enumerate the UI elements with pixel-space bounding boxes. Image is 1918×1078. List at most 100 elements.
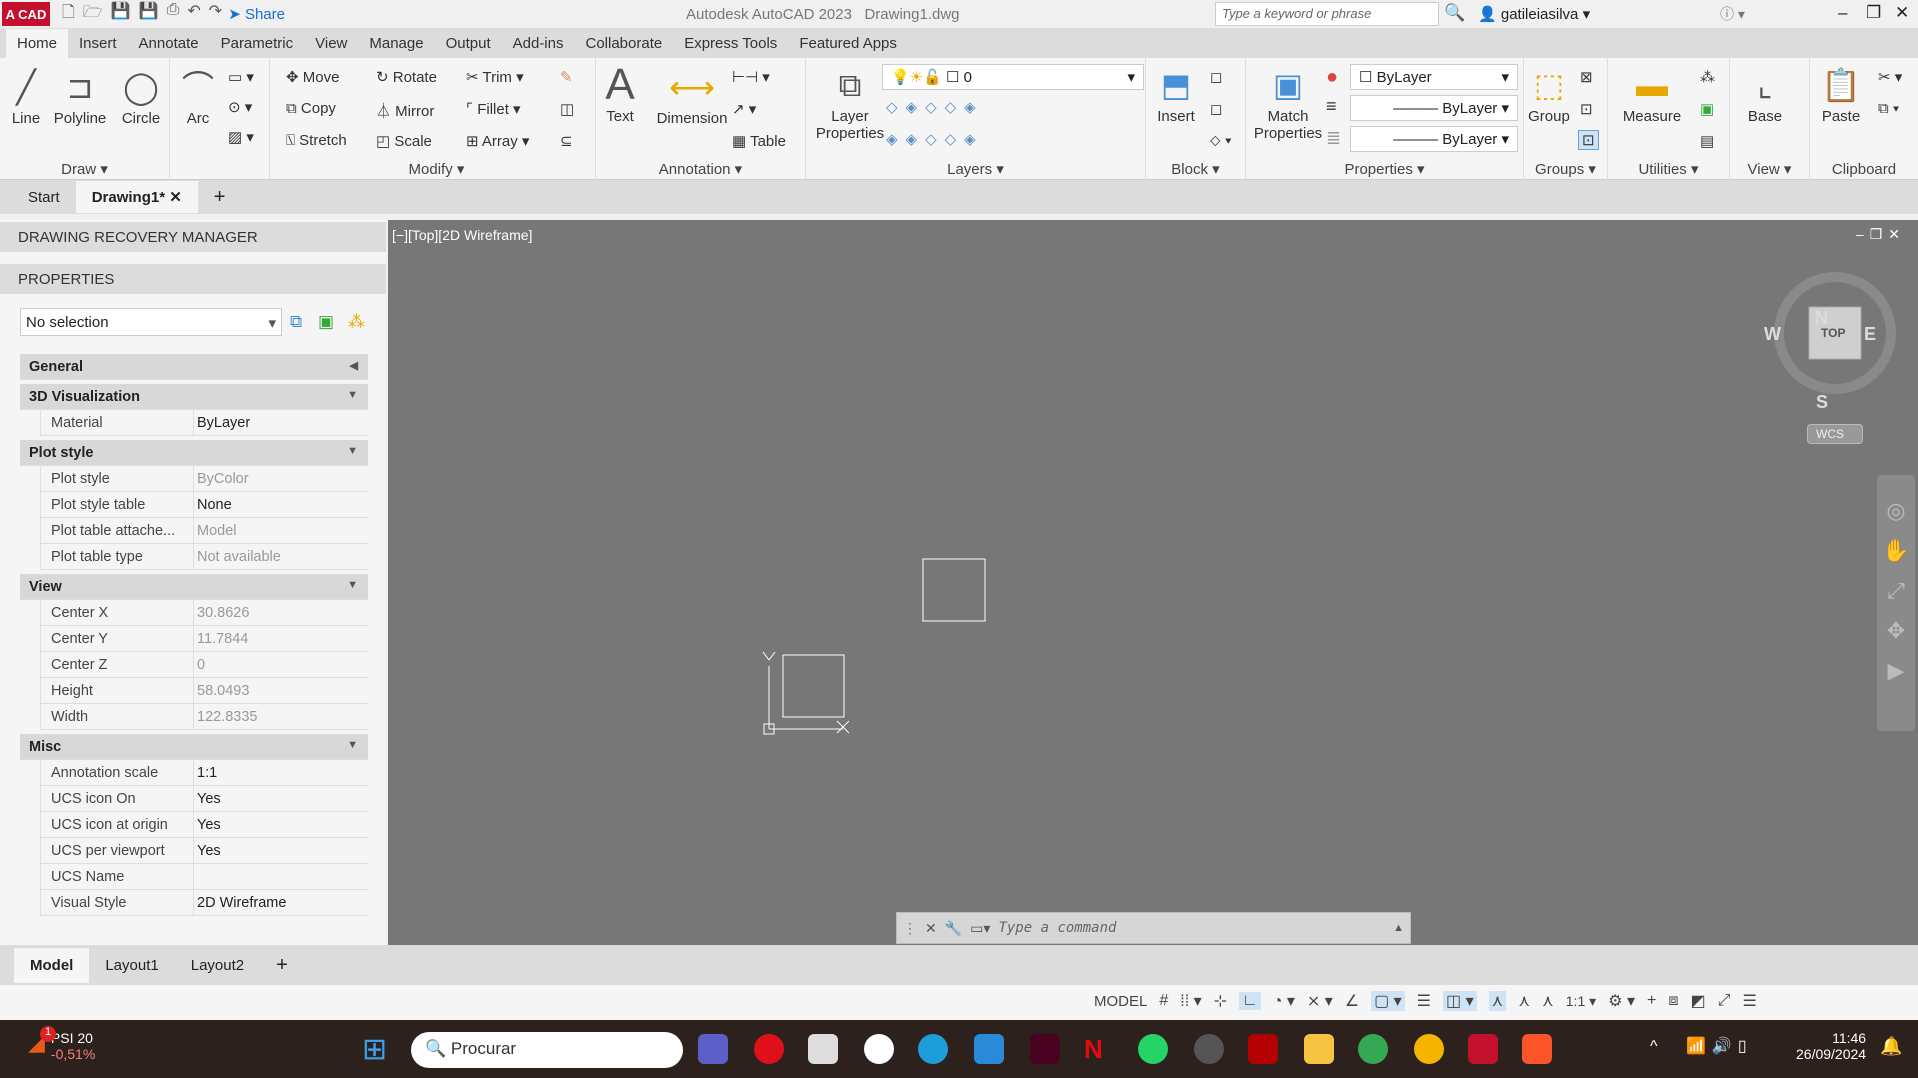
tab-start[interactable]: Start — [12, 182, 76, 213]
square-shape[interactable] — [922, 558, 986, 622]
annotation-scale-dropdown[interactable]: 1:1 ▾ — [1566, 993, 1596, 1010]
command-input[interactable]: Type a command — [998, 920, 1385, 936]
tab-view[interactable]: View — [304, 29, 358, 58]
close-icon[interactable]: ✕ — [169, 189, 182, 206]
calculator-icon[interactable]: ▤ — [1700, 132, 1714, 150]
mirror-tool[interactable]: ⏃ Mirror — [376, 100, 434, 121]
property-value[interactable]: 1:1 — [193, 760, 369, 785]
block-panel-title[interactable]: Block ▾ — [1146, 160, 1245, 178]
property-row[interactable]: UCS icon On Yes — [40, 786, 368, 812]
explode-icon[interactable]: ◫ — [560, 100, 574, 118]
notification-bell-icon[interactable]: 🔔 — [1880, 1036, 1902, 1057]
expand-arrow-icon[interactable]: ▼ — [347, 579, 358, 591]
property-value[interactable] — [193, 864, 369, 889]
select-all-icon[interactable]: ▣ — [1700, 100, 1714, 118]
chevron-up-icon[interactable]: ^ — [1650, 1038, 1658, 1056]
property-value[interactable]: 11.7844 — [193, 626, 369, 651]
new-icon[interactable]: 🗋 — [62, 1, 75, 28]
color-dropdown[interactable]: ☐ ByLayer ▾ — [1350, 64, 1518, 90]
tab-drawing1[interactable]: Drawing1* ✕ — [75, 181, 198, 213]
category-plot-style[interactable]: Plot style ▼ — [20, 440, 368, 466]
property-row[interactable]: UCS icon at origin Yes — [40, 812, 368, 838]
move-tool[interactable]: ✥ Move — [286, 68, 339, 86]
property-row[interactable]: Visual Style 2D Wireframe — [40, 890, 368, 916]
chrome-icon[interactable] — [1358, 1034, 1388, 1064]
model-space-button[interactable]: MODEL — [1094, 993, 1147, 1010]
wcs-dropdown[interactable]: WCS — [1807, 424, 1863, 444]
brave-icon[interactable] — [1522, 1034, 1552, 1064]
property-value[interactable]: ByColor — [193, 466, 369, 491]
annotation-panel-title[interactable]: Annotation ▾ — [596, 160, 805, 178]
tab-collaborate[interactable]: Collaborate — [574, 29, 673, 58]
ortho-icon[interactable]: ∟ — [1239, 992, 1261, 1010]
drag-handle-icon[interactable]: ⋮ — [903, 920, 917, 937]
whatsapp-web-icon[interactable] — [864, 1034, 894, 1064]
menu-icon[interactable]: ☰ — [1742, 991, 1756, 1011]
customize-icon[interactable]: 🔧 — [945, 920, 962, 937]
table-tool[interactable]: ▦ Table — [732, 132, 786, 150]
browser-icon[interactable] — [1414, 1034, 1444, 1064]
copy-clip-icon[interactable]: ⧉ ▾ — [1878, 100, 1899, 117]
undo-icon[interactable]: ↶ — [187, 1, 200, 28]
property-value[interactable]: 30.8626 — [193, 600, 369, 625]
gear-icon[interactable]: ⚙ ▾ — [1608, 991, 1635, 1011]
infer-constraints-icon[interactable]: ⊹ — [1214, 991, 1227, 1011]
zoom-extents-icon[interactable]: ⤢ — [1877, 571, 1915, 611]
indesign-icon[interactable] — [1030, 1034, 1060, 1064]
property-row[interactable]: Plot table attache... Model — [40, 518, 368, 544]
copy-tool[interactable]: ⧉ Copy — [286, 100, 336, 117]
save-as-icon[interactable]: 💾 — [139, 1, 159, 28]
linear-dim-icon[interactable]: ⊢⊣ ▾ — [732, 68, 770, 86]
gimp-icon[interactable] — [1194, 1034, 1224, 1064]
system-tray-icons[interactable]: 📶🔊▯ — [1686, 1036, 1753, 1056]
user-account[interactable]: 👤 gatileiasilva ▾ — [1478, 5, 1590, 23]
drawing-viewport[interactable]: [−][Top][2D Wireframe] –❐✕ N S E W TOP W… — [388, 220, 1918, 945]
layer-tools-row2[interactable]: ◈◈◇◇◈ — [886, 130, 984, 148]
property-value[interactable]: ByLayer — [193, 410, 369, 435]
property-value[interactable]: Not available — [193, 544, 369, 569]
help-search-input[interactable]: Type a keyword or phrase — [1215, 2, 1439, 26]
layer-tools-row1[interactable]: ◇◈◇◇◈ — [886, 98, 984, 116]
paste-tool[interactable]: 📋 Paste — [1816, 62, 1866, 125]
close-icon[interactable]: ✕ — [925, 920, 937, 937]
snap-icon[interactable]: ⁞⁞ ▾ — [1180, 991, 1201, 1011]
close-button[interactable]: ✕ — [1895, 3, 1909, 23]
compass-east[interactable]: E — [1864, 324, 1876, 345]
match-properties-tool[interactable]: ▣ Match Properties — [1250, 62, 1326, 142]
share-button[interactable]: ➤ Share — [228, 5, 285, 23]
restore-button[interactable]: ❐ — [1866, 3, 1881, 23]
category-view[interactable]: View ▼ — [20, 574, 368, 600]
auto-scale-icon[interactable]: ⋏ — [1518, 991, 1530, 1011]
viewcube-top-face[interactable]: TOP — [1821, 326, 1845, 340]
clipboard-panel-title[interactable]: Clipboard — [1810, 161, 1918, 178]
snipping-tool-icon[interactable] — [808, 1034, 838, 1064]
property-value[interactable]: 58.0493 — [193, 678, 369, 703]
property-row[interactable]: UCS Name — [40, 864, 368, 890]
file-explorer-icon[interactable] — [1304, 1034, 1334, 1064]
quick-select-icon[interactable]: ⁂ — [348, 312, 365, 332]
autocad-logo[interactable]: A CAD — [2, 2, 50, 26]
select-objects-icon[interactable]: ▣ — [318, 312, 334, 332]
fullscreen-icon[interactable]: ⤢ — [1718, 992, 1731, 1010]
property-row[interactable]: Material ByLayer — [40, 410, 368, 436]
base-tool[interactable]: ⌞ Base — [1738, 62, 1792, 125]
expand-arrow-icon[interactable]: ▼ — [347, 445, 358, 457]
object-snap-icon[interactable]: ▢ ▾ — [1371, 991, 1405, 1011]
teams-icon[interactable] — [698, 1034, 728, 1064]
layer-dropdown[interactable]: 💡☀🔓 ☐ 0 ▾ — [882, 64, 1144, 90]
modify-panel-title[interactable]: Modify ▾ — [278, 160, 595, 178]
ungroup-icon[interactable]: ⊠ — [1580, 68, 1593, 86]
leader-icon[interactable]: ↗ ▾ — [732, 100, 756, 118]
chevron-up-icon[interactable]: ▲ — [1393, 922, 1404, 934]
trim-tool[interactable]: ✂ Trim ▾ — [466, 68, 524, 86]
linetype-dropdown[interactable]: ——— ByLayer ▾ — [1350, 126, 1518, 152]
selection-dropdown[interactable]: No selection ▾ — [20, 308, 282, 336]
property-row[interactable]: Plot style table None — [40, 492, 368, 518]
square-shape[interactable] — [782, 654, 845, 718]
property-value[interactable]: 2D Wireframe — [193, 890, 369, 915]
category-misc[interactable]: Misc ▼ — [20, 734, 368, 760]
compass-south[interactable]: S — [1816, 392, 1828, 413]
autocad-taskbar-icon[interactable] — [1468, 1034, 1498, 1064]
showmotion-icon[interactable]: ▶ — [1877, 651, 1915, 691]
edge-icon[interactable] — [918, 1034, 948, 1064]
